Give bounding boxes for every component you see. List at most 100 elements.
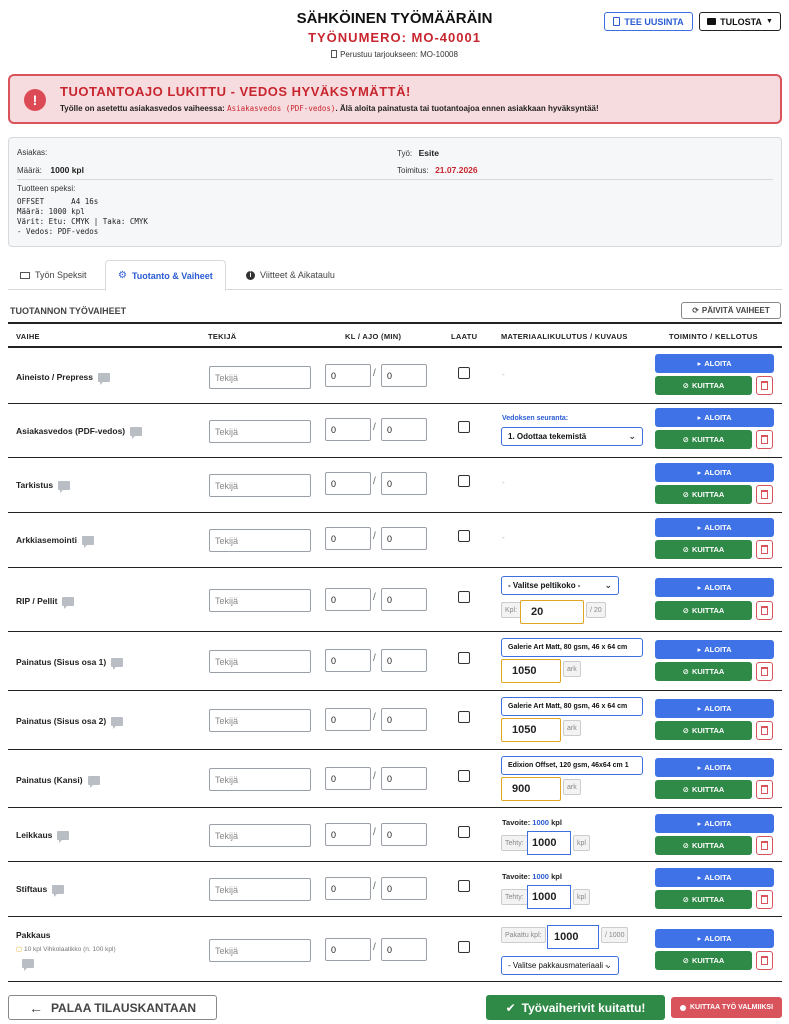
worker-input[interactable]: Tekijä [209,529,311,552]
packed-count-input[interactable]: 1000 [547,925,599,949]
acknowledge-button[interactable]: ⊘ KUITTAA [655,601,752,620]
start-button[interactable]: ▸ ALOITA [655,354,774,373]
worker-input[interactable]: Tekijä [209,474,311,497]
back-to-orders-button[interactable]: ← PALAA TILAUSKANTAAN [8,995,217,1020]
ajo-input[interactable]: 0 [381,823,427,846]
done-count-input[interactable]: 1000 [527,885,571,909]
plates-count-input[interactable]: 20 [520,600,584,624]
new-order-button[interactable]: TEE UUSINTA [604,12,693,31]
acknowledge-button[interactable]: ⊘ KUITTAA [655,780,752,799]
paper-select[interactable]: Galerie Art Matt, 80 gsm, 46 x 64 cm [501,638,643,657]
ajo-input[interactable]: 0 [381,588,427,611]
tab-references[interactable]: i Viitteet & Aikataulu [234,260,347,290]
acknowledge-button[interactable]: ⊘ KUITTAA [655,376,752,395]
start-button[interactable]: ▸ ALOITA [655,463,774,482]
worker-input[interactable]: Tekijä [209,589,311,612]
ajo-input[interactable]: 0 [381,938,427,961]
acknowledge-button[interactable]: ⊘ KUITTAA [655,662,752,681]
acknowledge-button[interactable]: ⊘ KUITTAA [655,721,752,740]
worker-input[interactable]: Tekijä [209,650,311,673]
acknowledge-button[interactable]: ⊘ KUITTAA [655,485,752,504]
quality-checkbox[interactable] [458,367,470,379]
quality-checkbox[interactable] [458,880,470,892]
ajo-input[interactable]: 0 [381,472,427,495]
print-button[interactable]: TULOSTA ▼ [699,12,781,31]
comment-icon[interactable] [81,535,94,548]
delete-button[interactable] [756,485,773,504]
comment-icon[interactable] [111,716,124,729]
refresh-stages-button[interactable]: ⟳ PÄIVITÄ VAIHEET [681,302,781,319]
delete-button[interactable] [756,601,773,620]
comment-icon[interactable] [52,884,65,897]
ajo-input[interactable]: 0 [381,418,427,441]
ajo-input[interactable]: 0 [381,364,427,387]
delete-button[interactable] [756,780,773,799]
quality-checkbox[interactable] [458,530,470,542]
quality-checkbox[interactable] [458,770,470,782]
kl-input[interactable]: 0 [325,649,371,672]
delete-button[interactable] [756,836,773,855]
delete-button[interactable] [756,721,773,740]
kl-input[interactable]: 0 [325,708,371,731]
complete-job-button[interactable]: KUITTAA TYÖ VALMIIKSI [671,997,782,1018]
kl-input[interactable]: 0 [325,938,371,961]
worker-input[interactable]: Tekijä [209,709,311,732]
comment-icon[interactable] [98,372,111,385]
start-button[interactable]: ▸ ALOITA [655,758,774,777]
delete-button[interactable] [756,430,773,449]
delete-button[interactable] [756,951,773,970]
quality-checkbox[interactable] [458,591,470,603]
kl-input[interactable]: 0 [325,588,371,611]
start-button[interactable]: ▸ ALOITA [655,408,774,427]
start-button[interactable]: ▸ ALOITA [655,699,774,718]
paper-select[interactable]: Edixion Offset, 120 gsm, 46x64 cm 1 [501,756,643,775]
quality-checkbox[interactable] [458,826,470,838]
acknowledge-button[interactable]: ⊘ KUITTAA [655,951,752,970]
kl-input[interactable]: 0 [325,823,371,846]
acknowledge-button[interactable]: ⊘ KUITTAA [655,540,752,559]
worker-input[interactable]: Tekijä [209,768,311,791]
start-button[interactable]: ▸ ALOITA [655,929,774,948]
ajo-input[interactable]: 0 [381,527,427,550]
quality-checkbox[interactable] [458,475,470,487]
ajo-input[interactable]: 0 [381,767,427,790]
comment-icon[interactable] [130,426,143,439]
delete-button[interactable] [756,662,773,681]
worker-input[interactable]: Tekijä [209,939,311,962]
packing-material-select[interactable]: - Valitse pakkausmateriaali - ⌄ [501,956,619,975]
acknowledge-button[interactable]: ⊘ KUITTAA [655,836,752,855]
sheets-input[interactable]: 1050 [501,659,561,683]
start-button[interactable]: ▸ ALOITA [655,640,774,659]
ajo-input[interactable]: 0 [381,649,427,672]
comment-icon[interactable] [111,657,124,670]
proof-status-select[interactable]: 1. Odottaa tekemistä ⌄ [501,427,643,446]
kl-input[interactable]: 0 [325,364,371,387]
start-button[interactable]: ▸ ALOITA [655,578,774,597]
comment-icon[interactable] [62,596,75,609]
comment-icon[interactable] [58,480,71,493]
quality-checkbox[interactable] [458,941,470,953]
delete-button[interactable] [756,376,773,395]
kl-input[interactable]: 0 [325,418,371,441]
worker-input[interactable]: Tekijä [209,366,311,389]
ajo-input[interactable]: 0 [381,708,427,731]
worker-input[interactable]: Tekijä [209,420,311,443]
acknowledge-button[interactable]: ⊘ KUITTAA [655,430,752,449]
comment-icon[interactable] [57,830,70,843]
kl-input[interactable]: 0 [325,767,371,790]
comment-icon[interactable] [87,775,100,788]
sheets-input[interactable]: 1050 [501,718,561,742]
stages-acknowledged-button[interactable]: ✔ Työvaiherivit kuitattu! [486,995,665,1020]
kl-input[interactable]: 0 [325,472,371,495]
start-button[interactable]: ▸ ALOITA [655,518,774,537]
worker-input[interactable]: Tekijä [209,824,311,847]
kl-input[interactable]: 0 [325,527,371,550]
tab-production[interactable]: ⚙ Tuotanto & Vaiheet [105,260,226,291]
kl-input[interactable]: 0 [325,877,371,900]
plate-size-select[interactable]: - Valitse peltikoko - ⌄ [501,576,619,595]
sheets-input[interactable]: 900 [501,777,561,801]
quality-checkbox[interactable] [458,421,470,433]
quality-checkbox[interactable] [458,711,470,723]
comment-icon[interactable] [22,959,34,971]
acknowledge-button[interactable]: ⊘ KUITTAA [655,890,752,909]
